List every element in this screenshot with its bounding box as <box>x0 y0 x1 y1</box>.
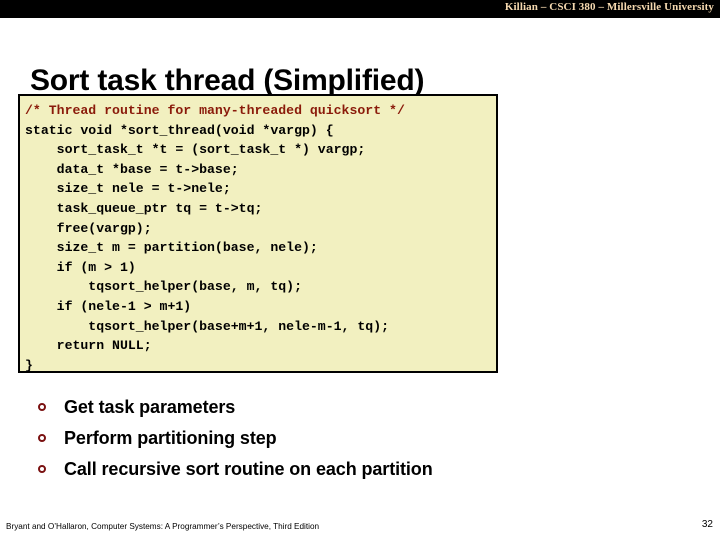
page-title: Sort task thread (Simplified) <box>30 64 425 98</box>
bullet-list: Get task parameters Perform partitioning … <box>38 392 658 485</box>
footer-citation: Bryant and O’Hallaron, Computer Systems:… <box>6 522 320 531</box>
list-item-label: Perform partitioning step <box>64 428 277 448</box>
code-line: if (m > 1) <box>25 259 136 275</box>
code-line: return NULL; <box>25 338 152 354</box>
code-line: data_t *base = t->base; <box>25 161 239 177</box>
list-item-label: Get task parameters <box>64 397 236 417</box>
code-line: if (nele-1 > m+1) <box>25 298 192 314</box>
list-item: Perform partitioning step <box>38 423 658 454</box>
code-line: sort_task_t *t = (sort_task_t *) vargp; <box>25 142 366 158</box>
list-item: Get task parameters <box>38 392 658 423</box>
code-line: tqsort_helper(base+m+1, nele-m-1, tq); <box>25 318 390 334</box>
code-line: /* Thread routine for many-threaded quic… <box>25 103 405 118</box>
code-line: } <box>25 357 33 373</box>
circle-bullet-icon <box>38 424 64 455</box>
code-line: size_t m = partition(base, nele); <box>25 240 318 256</box>
code-line: tqsort_helper(base, m, tq); <box>25 279 302 295</box>
code-line: size_t nele = t->nele; <box>25 181 231 197</box>
code-line: task_queue_ptr tq = t->tq; <box>25 200 263 216</box>
code-block: /* Thread routine for many-threaded quic… <box>18 94 498 373</box>
list-item-label: Call recursive sort routine on each part… <box>64 459 433 479</box>
code-line: free(vargp); <box>25 220 152 236</box>
circle-bullet-icon <box>38 393 64 424</box>
code-listing: /* Thread routine for many-threaded quic… <box>20 96 496 373</box>
circle-bullet-icon <box>38 455 64 486</box>
code-line: static void *sort_thread(void *vargp) { <box>25 122 334 138</box>
list-item: Call recursive sort routine on each part… <box>38 454 658 485</box>
top-banner: Killian – CSCI 380 – Millersville Univer… <box>0 0 720 18</box>
course-banner-text: Killian – CSCI 380 – Millersville Univer… <box>504 1 714 13</box>
slide-page-number: 32 <box>701 519 713 530</box>
